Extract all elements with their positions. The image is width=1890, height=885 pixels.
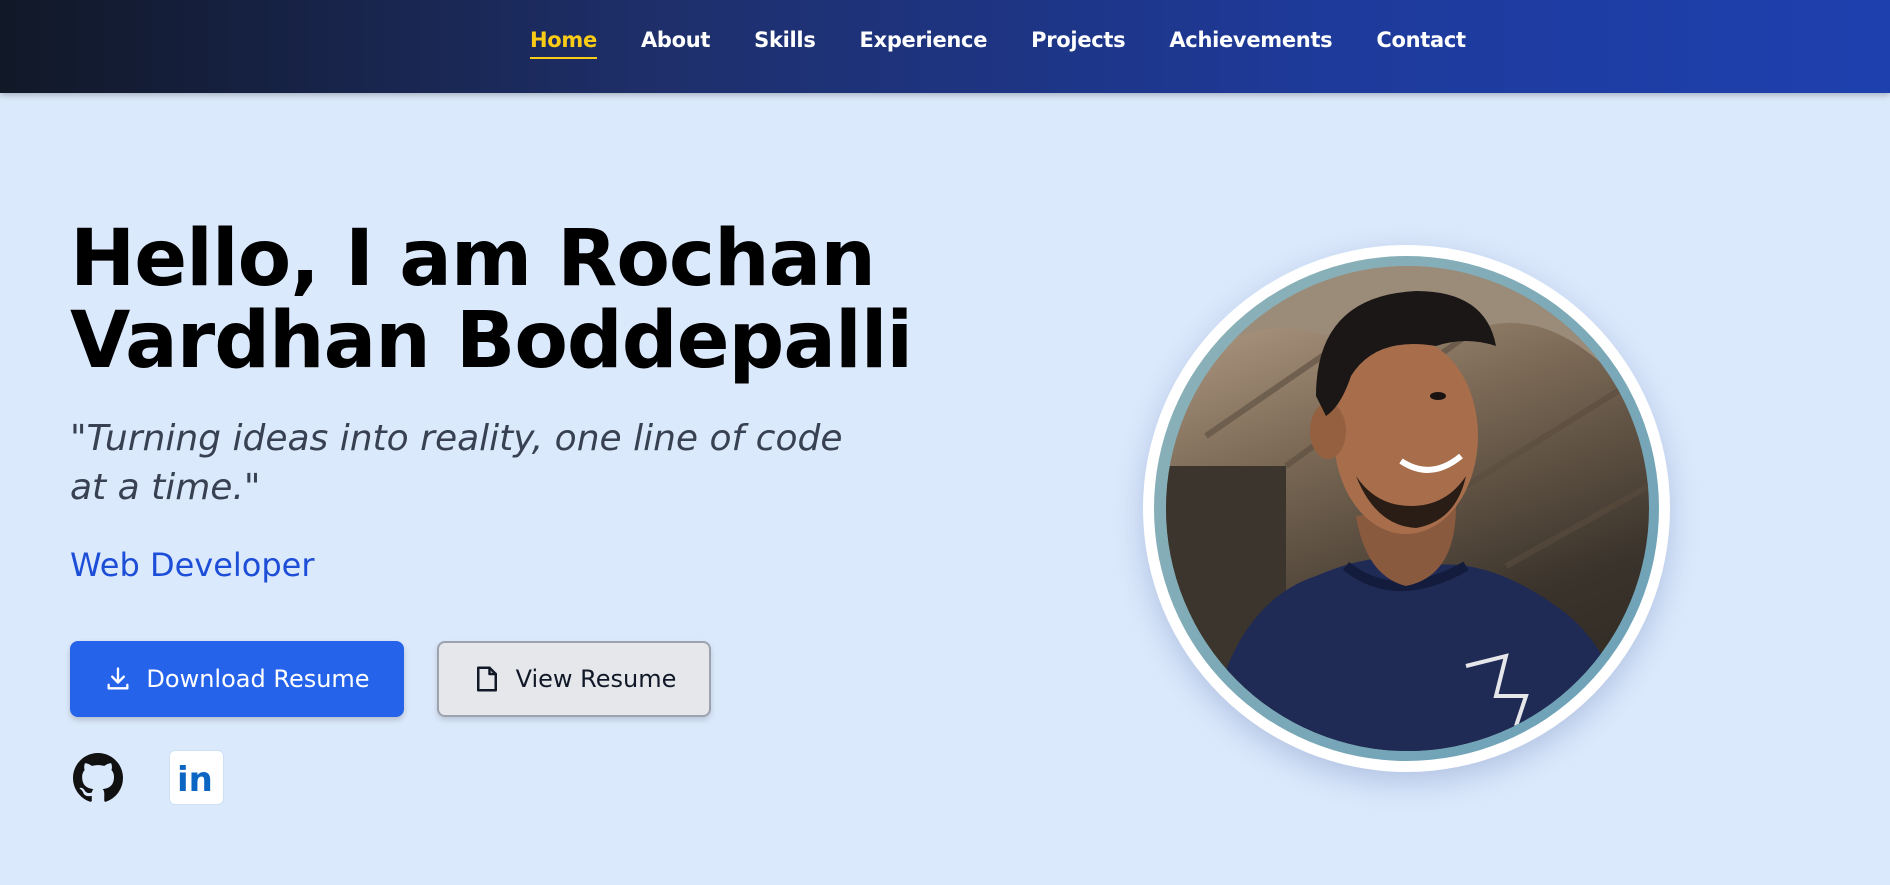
nav-link-contact[interactable]: Contact <box>1376 28 1466 56</box>
view-resume-label: View Resume <box>515 665 677 693</box>
svg-text:in: in <box>177 760 213 800</box>
nav-link-experience[interactable]: Experience <box>860 28 988 56</box>
nav-link-home[interactable]: Home <box>530 28 597 59</box>
download-resume-button[interactable]: Download Resume <box>70 641 404 717</box>
linkedin-link[interactable]: in <box>169 750 224 805</box>
profile-photo <box>1166 266 1649 751</box>
nav-link-projects[interactable]: Projects <box>1031 28 1126 56</box>
profile-portrait-illustration <box>1166 266 1649 751</box>
document-icon <box>476 666 497 692</box>
linkedin-icon: in <box>177 760 213 800</box>
github-icon <box>73 753 123 802</box>
profile-photo-border <box>1154 256 1659 761</box>
hero-title-line2: Vardhan Boddepalli <box>70 296 913 386</box>
profile-photo-frame <box>1143 245 1670 772</box>
hero-title: Hello, I am Rochan Vardhan Boddepalli <box>70 218 930 382</box>
download-icon <box>107 667 129 690</box>
github-link[interactable] <box>72 752 124 804</box>
hero-role: Web Developer <box>70 546 315 584</box>
hero-title-line1: Hello, I am Rochan <box>70 214 876 304</box>
nav-link-about[interactable]: About <box>641 28 711 56</box>
hero-tagline: "Turning ideas into reality, one line of… <box>70 418 843 508</box>
top-navbar: Home About Skills Experience Projects Ac… <box>0 0 1890 93</box>
nav-links: Home About Skills Experience Projects Ac… <box>530 28 1510 59</box>
nav-link-skills[interactable]: Skills <box>754 28 816 56</box>
view-resume-button[interactable]: View Resume <box>437 641 711 717</box>
nav-link-achievements[interactable]: Achievements <box>1169 28 1332 56</box>
download-resume-label: Download Resume <box>146 665 370 693</box>
